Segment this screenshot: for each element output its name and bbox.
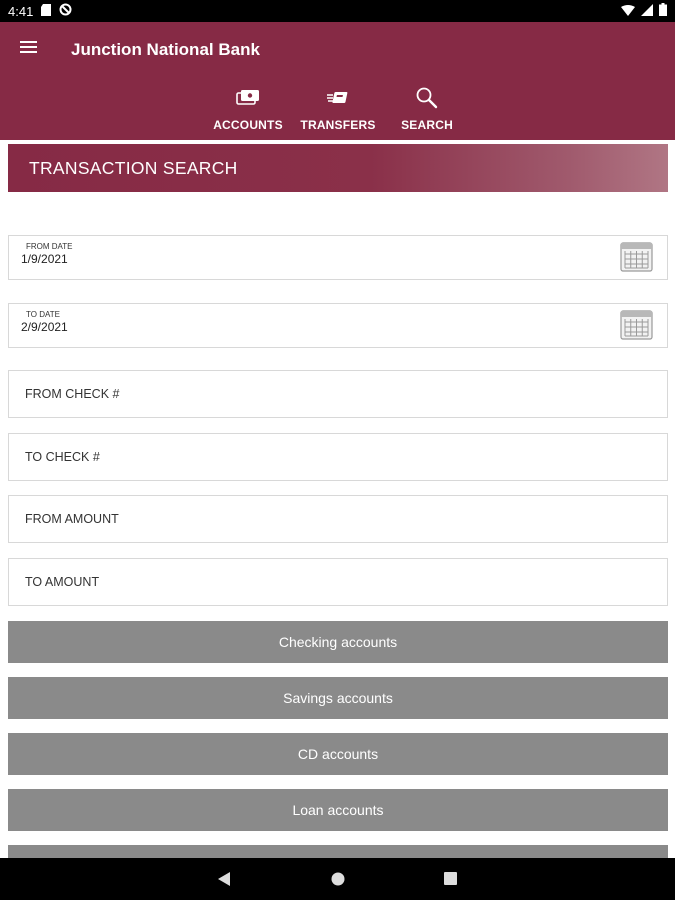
- from-amount-placeholder: FROM AMOUNT: [25, 512, 119, 526]
- status-time: 4:41: [8, 3, 34, 19]
- to-check-placeholder: TO CHECK #: [25, 450, 100, 464]
- nav-search-label: SEARCH: [401, 118, 453, 132]
- app-bar: Junction National Bank ACCOUNTS TRANSFER…: [0, 22, 675, 140]
- menu-icon[interactable]: [20, 38, 44, 62]
- loan-accounts-button[interactable]: Loan accounts: [8, 789, 668, 831]
- to-check-input[interactable]: TO CHECK #: [8, 433, 668, 481]
- from-amount-input[interactable]: FROM AMOUNT: [8, 495, 668, 543]
- app-title: Junction National Bank: [71, 40, 260, 59]
- from-date-field[interactable]: FROM DATE 1/9/2021: [8, 235, 668, 280]
- transfers-icon: [326, 84, 350, 112]
- back-icon[interactable]: [217, 872, 231, 891]
- recents-icon[interactable]: [444, 872, 457, 890]
- from-date-value: 1/9/2021: [21, 252, 68, 266]
- from-date-label: FROM DATE: [26, 242, 73, 251]
- home-icon[interactable]: [331, 872, 345, 891]
- calendar-icon[interactable]: [620, 310, 653, 340]
- status-right: [621, 3, 667, 19]
- cd-accounts-button[interactable]: CD accounts: [8, 733, 668, 775]
- status-bar: 4:41: [0, 0, 675, 22]
- sd-card-icon: [41, 3, 52, 19]
- wifi-icon: [621, 4, 635, 19]
- nav-search[interactable]: SEARCH: [382, 84, 472, 132]
- to-date-value: 2/9/2021: [21, 320, 68, 334]
- to-date-label: TO DATE: [26, 310, 60, 319]
- nav-transfers-label: TRANSFERS: [300, 118, 376, 132]
- to-date-field[interactable]: TO DATE 2/9/2021: [8, 303, 668, 348]
- from-check-input[interactable]: FROM CHECK #: [8, 370, 668, 418]
- nav-accounts-label: ACCOUNTS: [213, 118, 283, 132]
- page-title: TRANSACTION SEARCH: [8, 144, 668, 192]
- system-nav-bar: [0, 858, 675, 900]
- main-nav: ACCOUNTS TRANSFERS SEARCH: [0, 84, 675, 136]
- from-check-placeholder: FROM CHECK #: [25, 387, 120, 401]
- to-amount-placeholder: TO AMOUNT: [25, 575, 100, 589]
- savings-accounts-button[interactable]: Savings accounts: [8, 677, 668, 719]
- more-accounts-button[interactable]: [8, 845, 668, 858]
- blocked-icon: [59, 3, 72, 19]
- status-left: 4:41: [8, 3, 72, 19]
- battery-icon: [659, 3, 667, 19]
- checking-accounts-button[interactable]: Checking accounts: [8, 621, 668, 663]
- signal-icon: [641, 3, 653, 19]
- nav-transfers[interactable]: TRANSFERS: [293, 84, 383, 132]
- search-icon: [415, 84, 439, 112]
- accounts-icon: [236, 84, 260, 112]
- to-amount-input[interactable]: TO AMOUNT: [8, 558, 668, 606]
- nav-accounts[interactable]: ACCOUNTS: [203, 84, 293, 132]
- calendar-icon[interactable]: [620, 242, 653, 272]
